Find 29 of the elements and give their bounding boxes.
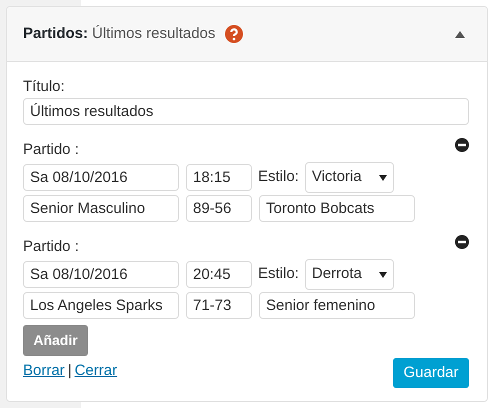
remove-icon[interactable] (455, 235, 469, 249)
style-select[interactable]: Victoria (304, 162, 394, 193)
match-label: Partido : (23, 141, 79, 159)
style-select[interactable]: Derrota (304, 259, 394, 290)
opponent-field[interactable]: Toronto Bobcats (259, 195, 415, 222)
time-field[interactable]: 20:45 (186, 261, 252, 288)
team-field[interactable]: Los Angeles Sparks (23, 292, 179, 319)
opponent-field[interactable]: Senior femenino (259, 292, 415, 319)
score-field[interactable]: 89-56 (186, 195, 252, 222)
team-field[interactable]: Senior Masculino (23, 195, 179, 222)
action-link[interactable]: Borrar (23, 360, 65, 382)
style-label: Estilo: (258, 167, 299, 188)
date-field[interactable]: Sa 08/10/2016 (23, 164, 179, 191)
title-label: Título: (23, 78, 66, 96)
collapse-arrow-icon[interactable] (455, 30, 465, 38)
match-label: Partido : (23, 238, 79, 256)
link-separator: | (68, 361, 72, 381)
title-field[interactable]: Últimos resultados (23, 98, 469, 125)
date-field[interactable]: Sa 08/10/2016 (23, 261, 179, 288)
dropdown-caret-icon (378, 272, 387, 278)
action-link[interactable]: Cerrar (74, 360, 118, 382)
panel-title: Partidos: (23, 24, 88, 44)
time-field[interactable]: 18:15 (186, 164, 252, 191)
score-field[interactable]: 71-73 (186, 292, 252, 319)
remove-icon[interactable] (455, 138, 469, 152)
panel-subtitle: Últimos resultados (92, 24, 216, 44)
style-label: Estilo: (258, 264, 299, 284)
help-icon[interactable] (225, 25, 244, 43)
dropdown-caret-icon (378, 174, 387, 180)
